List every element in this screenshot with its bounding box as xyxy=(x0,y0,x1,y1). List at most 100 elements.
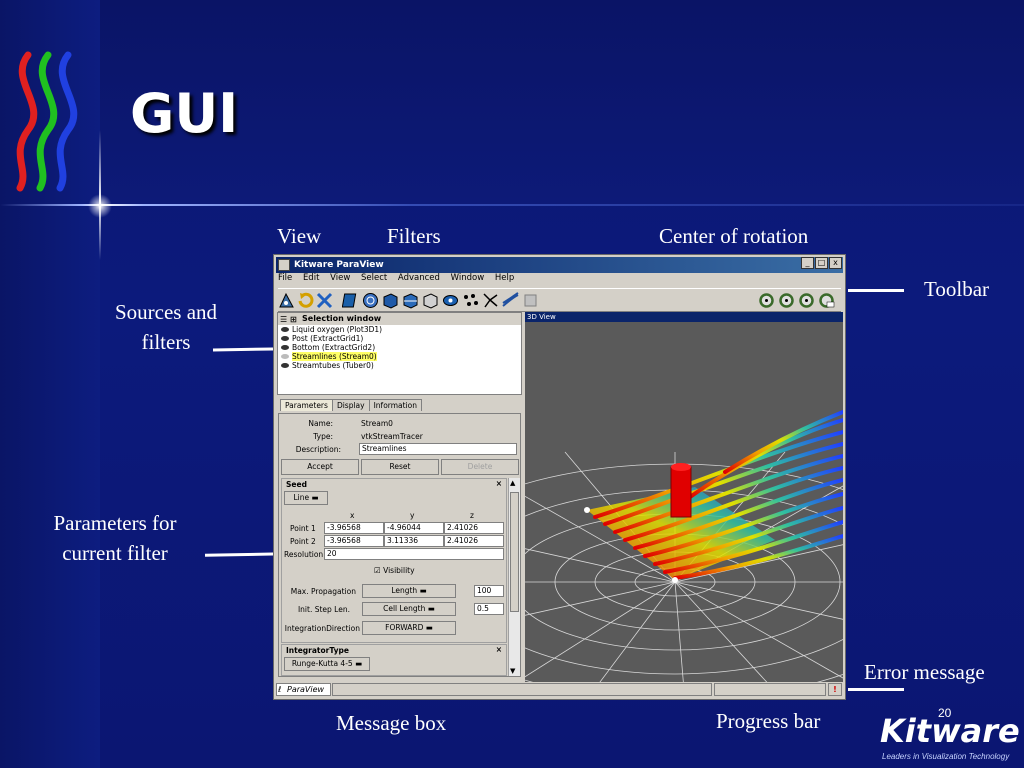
list-item-selected[interactable]: Streamlines (Stream0) xyxy=(278,352,521,361)
slide-title: GUI xyxy=(130,82,239,145)
status-field xyxy=(332,683,712,696)
error-indicator[interactable]: ! xyxy=(828,683,842,696)
3d-render[interactable] xyxy=(525,322,843,682)
reset-camera-icon[interactable] xyxy=(297,292,314,309)
filter-cut-icon[interactable] xyxy=(402,292,419,309)
seed-close-icon[interactable]: × xyxy=(496,479,502,488)
filter-extract-icon[interactable] xyxy=(442,292,459,309)
menu-edit[interactable]: Edit xyxy=(303,273,319,283)
callout-params-line1: Parameters for xyxy=(53,511,177,535)
max-propagation-unit-dropdown[interactable]: Length ▬ xyxy=(362,584,456,598)
tab-information[interactable]: Information xyxy=(368,399,423,411)
transform-icon[interactable] xyxy=(316,292,333,309)
tab-display[interactable]: Display xyxy=(331,399,370,411)
minimize-button[interactable]: _ xyxy=(801,257,814,269)
integration-direction-dropdown[interactable]: FORWARD ▬ xyxy=(362,621,456,635)
seed-shape-value: Line xyxy=(293,493,310,502)
filter-clip-icon[interactable] xyxy=(382,292,399,309)
menu-advanced[interactable]: Advanced xyxy=(398,273,440,283)
post-cylinder xyxy=(670,466,692,518)
filter-threshold-icon[interactable] xyxy=(422,292,439,309)
eye-icon[interactable] xyxy=(281,345,289,350)
menubar: File Edit View Select Advanced Window He… xyxy=(278,273,522,287)
col-header-y: y xyxy=(410,511,415,520)
description-field[interactable]: Streamlines xyxy=(359,443,517,455)
callout-progress-bar: Progress bar xyxy=(716,709,821,733)
scroll-thumb[interactable] xyxy=(510,492,519,612)
rotation-center-icon-2[interactable] xyxy=(778,292,795,309)
checkbox-icon[interactable]: ☑ xyxy=(374,566,381,575)
close-button[interactable]: x xyxy=(829,257,842,269)
list-item[interactable]: Streamtubes (Tuber0) xyxy=(278,361,521,370)
statusbar: ℓ ParaView ! xyxy=(276,683,843,697)
point1-x-field[interactable]: -3.96568 xyxy=(324,522,384,534)
max-propagation-field[interactable]: 100 xyxy=(474,585,504,597)
point1-z-field[interactable]: 2.41026 xyxy=(444,522,504,534)
filter-streamline-icon[interactable] xyxy=(502,292,519,309)
point1-label: Point 1 xyxy=(290,524,316,533)
visibility-checkbox[interactable]: ☑ Visibility xyxy=(374,566,415,575)
point2-z-field[interactable]: 2.41026 xyxy=(444,535,504,547)
kitware-logo: Kitware xyxy=(880,712,1020,750)
selection-window: ☰ ⊞ Selection window Liquid oxygen (Plot… xyxy=(277,312,522,395)
point2-x-field[interactable]: -3.96568 xyxy=(324,535,384,547)
parameters-panel: Name: Stream0 Type: vtkStreamTracer Desc… xyxy=(278,413,521,677)
toolbar-arrow xyxy=(848,289,904,292)
reset-button[interactable]: Reset xyxy=(361,459,439,475)
rotation-center-icon-4[interactable] xyxy=(818,292,835,309)
eye-icon[interactable] xyxy=(281,327,289,332)
integration-direction-value: FORWARD xyxy=(385,623,424,632)
maximize-button[interactable]: □ xyxy=(815,257,828,269)
type-value: vtkStreamTracer xyxy=(361,432,423,441)
seed-title: Seed xyxy=(286,480,307,489)
3d-view[interactable]: 3D View xyxy=(525,312,843,682)
menu-help[interactable]: Help xyxy=(495,273,514,283)
filter-stream-icon[interactable] xyxy=(482,292,499,309)
point1-y-field[interactable]: -4.96044 xyxy=(384,522,444,534)
integrator-value: Runge-Kutta 4-5 xyxy=(291,659,353,668)
filter-contour-icon[interactable] xyxy=(362,292,379,309)
accept-button[interactable]: Accept xyxy=(281,459,359,475)
eye-icon[interactable] xyxy=(281,354,289,359)
seed-shape-dropdown[interactable]: Line ▬ xyxy=(284,491,328,505)
list-item[interactable]: Liquid oxygen (Plot3D1) xyxy=(278,325,521,334)
window-titlebar[interactable]: Kitware ParaView xyxy=(276,257,843,273)
point2-y-field[interactable]: 3.11336 xyxy=(384,535,444,547)
eye-icon[interactable] xyxy=(281,336,289,341)
scroll-down-icon[interactable]: ▼ xyxy=(510,667,515,675)
menu-select[interactable]: Select xyxy=(361,273,387,283)
app-icon xyxy=(278,259,290,271)
list-item-label: Bottom (ExtractGrid2) xyxy=(292,343,376,352)
eye-icon[interactable] xyxy=(281,363,289,368)
menu-view[interactable]: View xyxy=(330,273,350,283)
list-item[interactable]: Post (ExtractGrid1) xyxy=(278,334,521,343)
scroll-up-icon[interactable]: ▲ xyxy=(510,479,515,487)
description-label: Description: xyxy=(295,445,341,454)
filter-glyph-icon[interactable] xyxy=(462,292,479,309)
menu-file[interactable]: File xyxy=(278,273,292,283)
panel-scrollbar[interactable]: ▲ ▼ xyxy=(508,478,520,676)
toolbar xyxy=(278,288,841,312)
integrator-close-icon[interactable]: × xyxy=(496,645,502,654)
resolution-field[interactable]: 20 xyxy=(324,548,504,560)
rotation-center-icon-3[interactable] xyxy=(798,292,815,309)
filter-warp-icon[interactable] xyxy=(522,292,539,309)
view-icon[interactable] xyxy=(278,292,295,309)
integrator-dropdown[interactable]: Runge-Kutta 4-5 ▬ xyxy=(284,657,370,671)
delete-button[interactable]: Delete xyxy=(441,459,519,475)
callout-sources-line1: Sources and xyxy=(114,300,218,324)
init-step-field[interactable]: 0.5 xyxy=(474,603,504,615)
rotation-center-icon-1[interactable] xyxy=(758,292,775,309)
callout-params-line2: current filter xyxy=(62,541,168,565)
integration-direction-label: IntegrationDirection xyxy=(284,624,360,633)
title-band xyxy=(100,0,1024,205)
divider-line xyxy=(0,204,1024,206)
tab-parameters[interactable]: Parameters xyxy=(280,399,333,411)
point2-label: Point 2 xyxy=(290,537,316,546)
integrator-type-title: IntegratorType xyxy=(286,646,349,655)
init-step-unit-dropdown[interactable]: Cell Length ▬ xyxy=(362,602,456,616)
resolution-label: Resolution xyxy=(284,550,324,559)
list-item[interactable]: Bottom (ExtractGrid2) xyxy=(278,343,521,352)
filter-calculator-icon[interactable] xyxy=(342,292,359,309)
menu-window[interactable]: Window xyxy=(451,273,485,283)
